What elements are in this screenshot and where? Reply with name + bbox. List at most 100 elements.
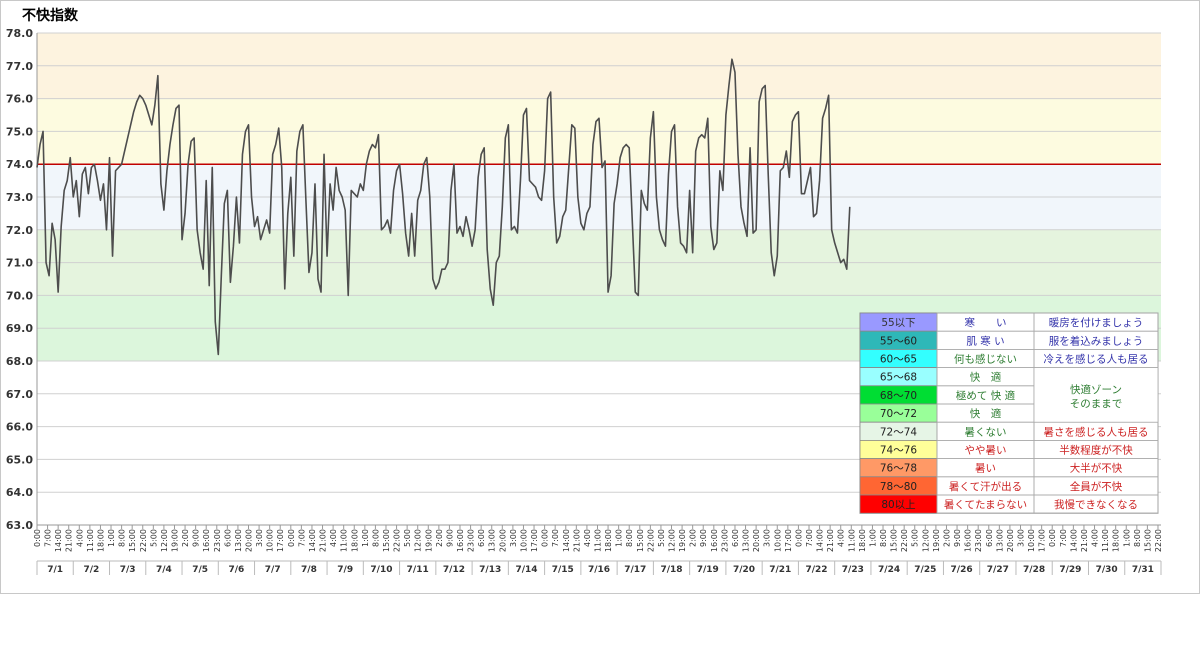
y-tick-label: 65.0 bbox=[6, 453, 33, 466]
x-time-label: 17:00 bbox=[276, 529, 285, 552]
x-time-label: 2:00 bbox=[181, 529, 190, 547]
x-time-label: 8:00 bbox=[118, 529, 127, 547]
x-time-label: 10:00 bbox=[519, 529, 528, 552]
x-time-label: 13:00 bbox=[234, 529, 243, 552]
legend-feeling: 暑くない bbox=[965, 426, 1007, 438]
x-time-label: 4:00 bbox=[583, 529, 592, 547]
x-time-label: 3:00 bbox=[509, 529, 518, 547]
x-time-label: 13:00 bbox=[995, 529, 1004, 552]
x-time-label: 6:00 bbox=[477, 529, 486, 547]
x-time-label: 14:00 bbox=[54, 529, 63, 552]
legend-note: 冷えを感じる人も居る bbox=[1044, 353, 1149, 366]
x-time-label: 21:00 bbox=[1080, 529, 1089, 552]
x-day-label: 7/15 bbox=[552, 565, 574, 575]
x-time-label: 17:00 bbox=[784, 529, 793, 552]
legend-range: 65～68 bbox=[880, 372, 917, 384]
x-day-label: 7/30 bbox=[1096, 565, 1118, 575]
x-time-label: 0:00 bbox=[794, 529, 803, 547]
x-time-label: 12:00 bbox=[921, 529, 930, 552]
x-time-label: 19:00 bbox=[170, 529, 179, 552]
legend-note: 半数程度が不快 bbox=[1059, 444, 1133, 457]
x-day-label: 7/14 bbox=[515, 565, 537, 575]
x-time-label: 21:00 bbox=[319, 529, 328, 552]
y-tick-label: 66.0 bbox=[6, 421, 33, 434]
y-tick-label: 78.0 bbox=[6, 27, 33, 40]
legend-note: 全員が不快 bbox=[1070, 480, 1123, 493]
legend-feeling: 暑くて汗が出る bbox=[949, 480, 1022, 493]
x-time-label: 10:00 bbox=[266, 529, 275, 552]
x-day-label: 7/29 bbox=[1059, 565, 1081, 575]
y-tick-label: 71.0 bbox=[6, 257, 33, 270]
legend-note: 暖房を付けましょう bbox=[1049, 316, 1144, 329]
x-time-label: 12:00 bbox=[414, 529, 423, 552]
x-day-label: 7/1 bbox=[47, 565, 63, 575]
x-time-label: 7:00 bbox=[551, 529, 560, 547]
legend-range: 78～80 bbox=[880, 481, 917, 493]
x-time-label: 22:00 bbox=[393, 529, 402, 552]
x-time-label: 14:00 bbox=[816, 529, 825, 552]
x-time-label: 23:00 bbox=[467, 529, 476, 552]
x-time-label: 1:00 bbox=[868, 529, 877, 547]
x-time-label: 5:00 bbox=[149, 529, 158, 547]
x-axis: 0:00 7:00 14:00 21:00 4:00 11:00 18:00 1:00 8:00… bbox=[33, 525, 1163, 575]
x-time-label: 9:00 bbox=[953, 529, 962, 547]
x-time-label: 11:00 bbox=[1101, 529, 1110, 552]
x-time-label: 21:00 bbox=[826, 529, 835, 552]
x-day-label: 7/12 bbox=[443, 565, 465, 575]
x-time-label: 14:00 bbox=[1069, 529, 1078, 552]
x-time-label: 9:00 bbox=[192, 529, 201, 547]
x-time-label: 12:00 bbox=[668, 529, 677, 552]
x-day-label: 7/4 bbox=[156, 565, 172, 575]
legend-range: 74～76 bbox=[880, 445, 918, 457]
x-time-label: 11:00 bbox=[847, 529, 856, 552]
legend-feeling: やや暑い bbox=[965, 445, 1007, 457]
x-time-label: 14:00 bbox=[308, 529, 317, 552]
x-time-label: 15:00 bbox=[1143, 529, 1152, 552]
x-time-label: 16:00 bbox=[456, 529, 465, 552]
x-day-label: 7/6 bbox=[229, 565, 245, 575]
x-time-label: 6:00 bbox=[223, 529, 232, 547]
x-time-label: 3:00 bbox=[1017, 529, 1026, 547]
x-time-label: 11:00 bbox=[86, 529, 95, 552]
x-day-label: 7/10 bbox=[370, 565, 392, 575]
discomfort-index-chart: 63.0 64.0 65.0 66.0 67.0 68.0 69.0 70.0 71.0 72.0… bbox=[6, 27, 1163, 575]
x-time-label: 16:00 bbox=[964, 529, 973, 552]
legend-feeling: 快 適 bbox=[970, 407, 1002, 420]
x-time-label: 7:00 bbox=[297, 529, 306, 547]
x-time-label: 5:00 bbox=[403, 529, 412, 547]
x-time-label: 4:00 bbox=[75, 529, 84, 547]
legend-feeling: 極めて 快 適 bbox=[956, 389, 1016, 402]
x-time-label: 8:00 bbox=[625, 529, 634, 547]
x-time-label: 23:00 bbox=[213, 529, 222, 552]
x-time-label: 5:00 bbox=[657, 529, 666, 547]
legend-table: 55以下 寒 い 暖房を付けましょう 55～60 肌 寒 い 服を着込みましょう 60～65… bbox=[859, 312, 1159, 514]
legend-range: 80以上 bbox=[881, 499, 915, 511]
legend-feeling: 暑くてたまらない bbox=[944, 499, 1027, 511]
legend-feeling: 何も感じない bbox=[954, 353, 1017, 366]
legend-note: 我慢できなくなる bbox=[1054, 499, 1138, 511]
x-time-label: 0:00 bbox=[33, 529, 42, 547]
x-day-label: 7/8 bbox=[301, 565, 317, 575]
x-time-label: 6:00 bbox=[731, 529, 740, 547]
x-time-label: 3:00 bbox=[255, 529, 264, 547]
x-time-label: 1:00 bbox=[615, 529, 624, 547]
x-time-label: 0:00 bbox=[287, 529, 296, 547]
x-time-label: 6:00 bbox=[985, 529, 994, 547]
x-time-label: 15:00 bbox=[636, 529, 645, 552]
x-time-label: 0:00 bbox=[1048, 529, 1057, 547]
x-time-label: 16:00 bbox=[202, 529, 211, 552]
x-day-label: 7/31 bbox=[1132, 565, 1154, 575]
x-time-label: 10:00 bbox=[1027, 529, 1036, 552]
x-time-label: 21:00 bbox=[65, 529, 74, 552]
y-tick-label: 67.0 bbox=[6, 388, 33, 401]
x-time-label: 17:00 bbox=[1038, 529, 1047, 552]
x-time-label: 7:00 bbox=[1059, 529, 1068, 547]
y-tick-label: 64.0 bbox=[6, 486, 33, 499]
x-day-label: 7/18 bbox=[660, 565, 682, 575]
x-day-label: 7/17 bbox=[624, 565, 646, 575]
x-time-label: 18:00 bbox=[604, 529, 613, 552]
x-day-label: 7/27 bbox=[987, 565, 1009, 575]
x-time-label: 8:00 bbox=[879, 529, 888, 547]
x-day-label: 7/5 bbox=[192, 565, 208, 575]
x-time-label: 15:00 bbox=[890, 529, 899, 552]
